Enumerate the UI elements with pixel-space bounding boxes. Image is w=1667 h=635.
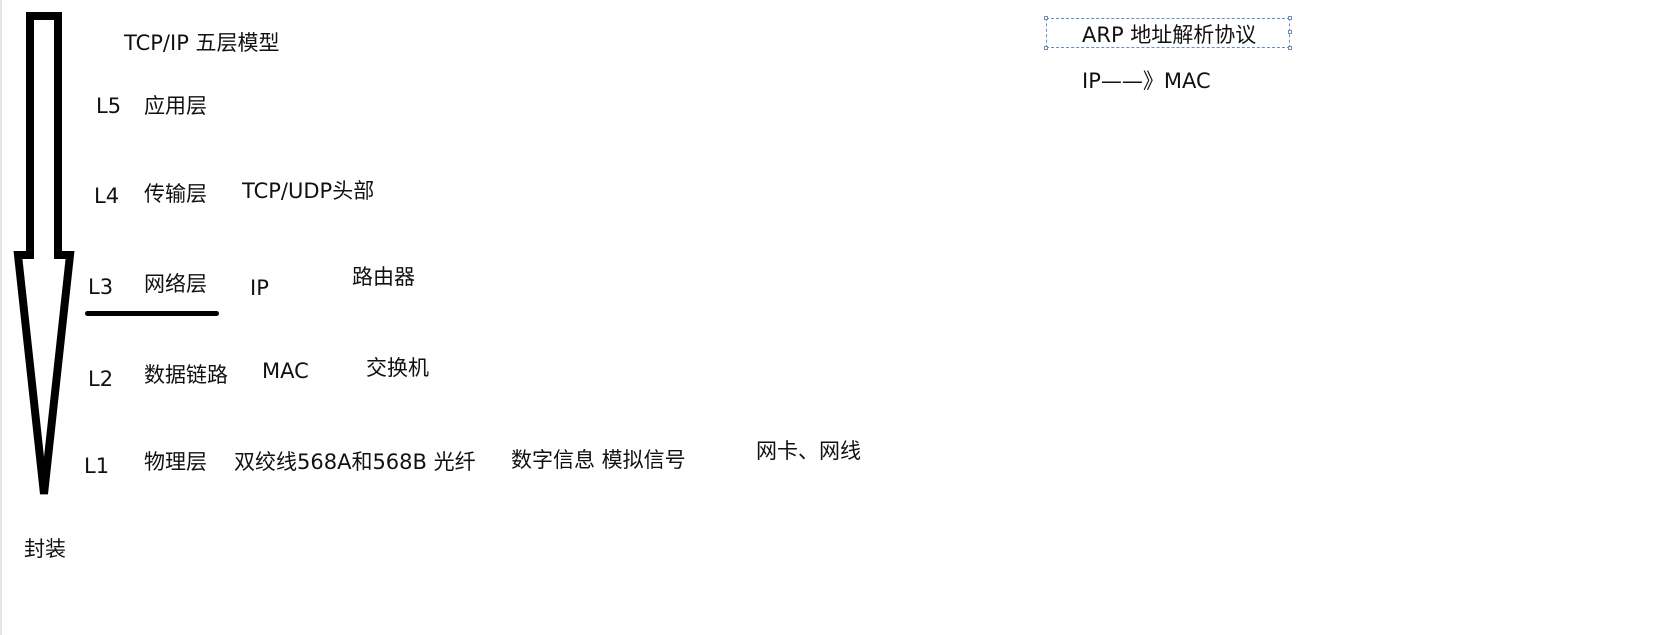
layer-l1-signal: 数字信息 模拟信号 — [511, 448, 686, 472]
arp-mapping: IP——》MAC — [1082, 69, 1211, 93]
layer-l4-header: TCP/UDP头部 — [242, 179, 375, 203]
layer-l1-nic: 网卡、网线 — [756, 439, 861, 463]
layer-l1-media: 双绞线568A和568B 光纤 — [234, 450, 476, 474]
layer-l3-ip: IP — [250, 276, 269, 300]
selection-handle-bottom-left[interactable] — [1044, 46, 1048, 50]
layer-l5-id: L5 — [96, 94, 122, 118]
diagram-canvas: TCP/IP 五层模型 L5 应用层 L4 传输层 TCP/UDP头部 L3 网… — [0, 0, 1667, 635]
diagram-title: TCP/IP 五层模型 — [124, 31, 280, 55]
arp-title: ARP 地址解析协议 — [1082, 23, 1257, 47]
layer-l3-id: L3 — [88, 275, 114, 299]
encapsulation-arrow-outline — [13, 12, 75, 495]
layer-l2-switch: 交换机 — [366, 356, 429, 380]
selection-handle-mid-right[interactable] — [1288, 30, 1292, 34]
layer-l5-name: 应用层 — [144, 94, 207, 118]
layer-l4-name: 传输层 — [144, 182, 207, 206]
layer-l2-id: L2 — [88, 367, 114, 391]
encapsulation-label: 封装 — [24, 537, 66, 561]
selection-handle-bottom-right[interactable] — [1288, 46, 1292, 50]
layer-l2-mac: MAC — [262, 359, 309, 383]
selection-handle-top-right[interactable] — [1288, 16, 1292, 20]
encapsulation-arrow — [13, 12, 75, 495]
layer-l1-name: 物理层 — [144, 450, 207, 474]
layer-l4-id: L4 — [94, 184, 120, 208]
layer-l3-router: 路由器 — [352, 265, 415, 289]
layer-l3-underline — [85, 311, 219, 316]
layer-l2-name: 数据链路 — [144, 363, 228, 387]
layer-l1-id: L1 — [84, 454, 110, 478]
selection-handle-top-left[interactable] — [1044, 16, 1048, 20]
layer-l3-name: 网络层 — [144, 272, 207, 296]
